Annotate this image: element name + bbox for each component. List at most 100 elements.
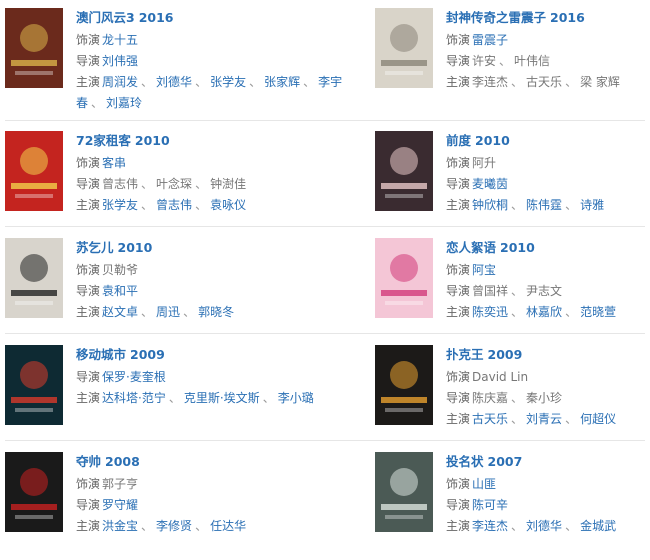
- person-link[interactable]: 郭晓冬: [198, 305, 234, 319]
- movie-year: 2010: [500, 240, 535, 255]
- movie-info: 移动城市 2009 导演 保罗·麦奎根 主演 达科塔·范宁、克里斯·埃文斯、李小璐: [76, 345, 351, 409]
- person-link[interactable]: 克里斯·埃文斯: [184, 391, 260, 405]
- person-link[interactable]: 任达华: [210, 519, 246, 533]
- person-link[interactable]: 古天乐: [472, 412, 508, 426]
- name-separator: 、: [565, 519, 578, 533]
- movie-title-link[interactable]: 澳门风云3 2016: [76, 10, 351, 26]
- poster-image: [375, 8, 433, 88]
- role-line-label: 饰演: [446, 370, 471, 384]
- person-name: 贝勒爷: [102, 263, 139, 277]
- director-line-label: 导演: [446, 498, 471, 512]
- name-separator: 、: [511, 284, 524, 298]
- person-link[interactable]: 达科塔·范宁: [102, 391, 166, 405]
- movie-year: 2010: [134, 133, 170, 148]
- movie-title-link[interactable]: 投名状 2007: [446, 454, 646, 470]
- poster-image: [375, 131, 433, 211]
- movie-title-link[interactable]: 72家租客 2010: [76, 133, 351, 149]
- person-link[interactable]: 李连杰: [472, 519, 508, 533]
- person-link[interactable]: 阿宝: [472, 263, 496, 277]
- person-link[interactable]: 刘嘉玲: [106, 96, 142, 110]
- person-link[interactable]: 山匪: [472, 477, 496, 491]
- movie-info: 苏乞儿 2010 饰演 贝勒爷 导演 袁和平 主演 赵文卓、周迅、郭晓冬: [76, 238, 351, 323]
- movie-title-link[interactable]: 移动城市 2009: [76, 347, 351, 363]
- person-name: 许安: [472, 54, 497, 68]
- movie-title-link[interactable]: 苏乞儿 2010: [76, 240, 351, 256]
- person-link[interactable]: 客串: [102, 156, 126, 170]
- cast-line: 主演 张学友、曾志伟、袁咏仪: [76, 195, 351, 216]
- person-link[interactable]: 李修贤: [156, 519, 192, 533]
- person-link[interactable]: 钟欣桐: [472, 198, 508, 212]
- role-line: 饰演 阿宝: [446, 260, 646, 281]
- name-separator: 、: [141, 75, 154, 89]
- person-link[interactable]: 雷震子: [472, 33, 508, 47]
- person-link[interactable]: 袁咏仪: [210, 198, 246, 212]
- person-link[interactable]: 何超仪: [580, 412, 616, 426]
- movie-title-link[interactable]: 前度 2010: [446, 133, 646, 149]
- poster-image: [5, 238, 63, 318]
- movie-card: 前度 2010 饰演 阿升 导演 麦曦茵 主演 钟欣桐、陈伟霆、诗雅: [375, 131, 650, 239]
- movie-poster[interactable]: [375, 131, 433, 211]
- person-link[interactable]: 周润发: [102, 75, 138, 89]
- person-link[interactable]: 张家辉: [264, 75, 300, 89]
- director-line: 导演 麦曦茵: [446, 174, 646, 195]
- person-link[interactable]: 李小璐: [278, 391, 314, 405]
- name-separator: 、: [195, 519, 208, 533]
- person-link[interactable]: 周迅: [156, 305, 180, 319]
- cast-line-label: 主演: [446, 305, 471, 319]
- person-link[interactable]: 刘德华: [156, 75, 192, 89]
- person-link[interactable]: 龙十五: [102, 33, 138, 47]
- movie-poster[interactable]: [5, 131, 63, 211]
- movie-title-link[interactable]: 封神传奇之雷震子 2016: [446, 10, 646, 26]
- movie-title-link[interactable]: 扑克王 2009: [446, 347, 646, 363]
- name-separator: 、: [511, 305, 524, 319]
- cast-line-label: 主演: [76, 198, 101, 212]
- director-line: 导演 陈庆嘉、秦小珍: [446, 388, 646, 409]
- person-link[interactable]: 范晓萱: [580, 305, 616, 319]
- director-line: 导演 罗守耀: [76, 495, 351, 516]
- name-separator: 、: [249, 75, 262, 89]
- person-link[interactable]: 陈可辛: [472, 498, 508, 512]
- name-separator: 、: [183, 305, 196, 319]
- person-name: 陈庆嘉: [472, 391, 509, 405]
- name-separator: 、: [565, 305, 578, 319]
- person-link[interactable]: 刘青云: [526, 412, 562, 426]
- movie-poster[interactable]: [5, 452, 63, 532]
- movie-poster[interactable]: [375, 8, 433, 88]
- movie-poster[interactable]: [5, 238, 63, 318]
- movie-poster[interactable]: [375, 238, 433, 318]
- movie-poster[interactable]: [5, 345, 63, 425]
- director-line: 导演 陈可辛: [446, 495, 646, 516]
- person-link[interactable]: 张学友: [210, 75, 246, 89]
- person-link[interactable]: 金城武: [580, 519, 616, 533]
- movie-poster[interactable]: [5, 8, 63, 88]
- person-link[interactable]: 刘伟强: [102, 54, 138, 68]
- director-line-label: 导演: [76, 370, 101, 384]
- person-name: 钟澍佳: [210, 177, 247, 191]
- person-link[interactable]: 曾志伟: [156, 198, 192, 212]
- role-line-label: 饰演: [76, 33, 101, 47]
- movie-info: 恋人絮语 2010 饰演 阿宝 导演 曾国祥、尹志文 主演 陈奕迅、林嘉欣、范晓萱: [446, 238, 646, 323]
- movie-card: 72家租客 2010 饰演 客串 导演 曾志伟、叶念琛、钟澍佳 主演 张学友、曾志伟、袁咏仪: [5, 131, 355, 239]
- person-link[interactable]: 刘德华: [526, 519, 562, 533]
- person-link[interactable]: 洪金宝: [102, 519, 138, 533]
- movie-poster[interactable]: [375, 452, 433, 532]
- cast-line: 主演 陈奕迅、林嘉欣、范晓萱: [446, 302, 646, 323]
- person-link[interactable]: 麦曦茵: [472, 177, 508, 191]
- name-separator: 、: [91, 96, 104, 110]
- person-link[interactable]: 陈奕迅: [472, 305, 508, 319]
- movie-poster[interactable]: [375, 345, 433, 425]
- cast-line-label: 主演: [446, 519, 471, 533]
- person-link[interactable]: 林嘉欣: [526, 305, 562, 319]
- person-link[interactable]: 罗守耀: [102, 498, 138, 512]
- person-link[interactable]: 陈伟霆: [526, 198, 562, 212]
- person-link[interactable]: 诗雅: [580, 198, 604, 212]
- movie-title-link[interactable]: 恋人絮语 2010: [446, 240, 646, 256]
- cast-line: 主演 钟欣桐、陈伟霆、诗雅: [446, 195, 646, 216]
- person-link[interactable]: 赵文卓: [102, 305, 138, 319]
- movie-title-link[interactable]: 夺帅 2008: [76, 454, 351, 470]
- person-link[interactable]: 保罗·麦奎根: [102, 370, 166, 384]
- director-line: 导演 刘伟强: [76, 51, 351, 72]
- person-link[interactable]: 张学友: [102, 198, 138, 212]
- person-link[interactable]: 袁和平: [102, 284, 138, 298]
- name-separator: 、: [511, 412, 524, 426]
